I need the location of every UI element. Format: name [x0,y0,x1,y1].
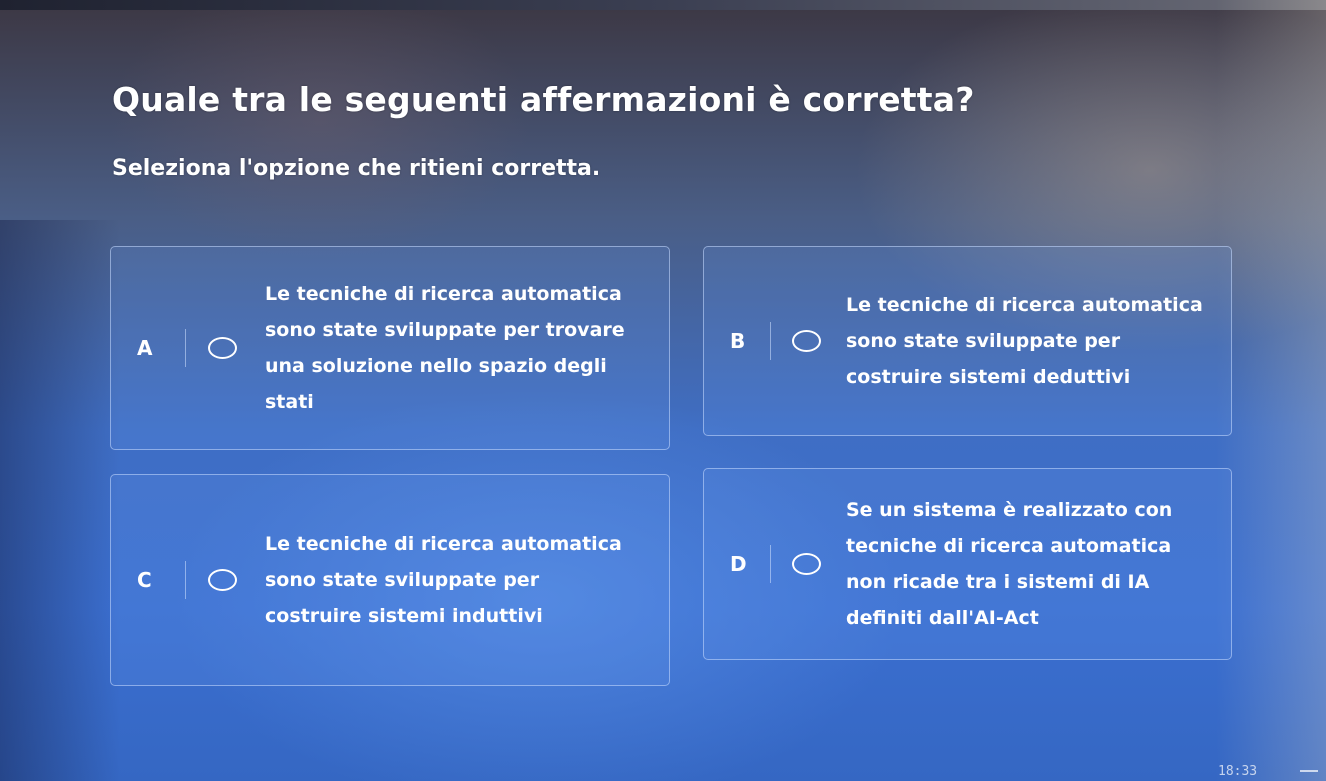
option-c[interactable]: C Le tecniche di ricerca automatica sono… [110,474,670,686]
radio-button[interactable] [792,330,821,352]
option-b[interactable]: B Le tecniche di ricerca automatica sono… [703,246,1232,436]
radio-button[interactable] [792,553,821,575]
menu-icon[interactable] [1300,770,1318,778]
option-divider [185,329,186,367]
option-letter: C [137,568,152,592]
option-a[interactable]: A Le tecniche di ricerca automatica sono… [110,246,670,450]
option-divider [770,545,771,583]
option-text: Le tecniche di ricerca automatica sono s… [265,283,625,413]
option-text: Le tecniche di ricerca automatica sono s… [846,294,1203,388]
top-edge [0,0,1326,10]
taskbar-clock: 18:33 [1218,764,1258,779]
radio-button[interactable] [208,569,237,591]
background-glare [1216,0,1326,781]
question-title: Quale tra le seguenti affermazioni è cor… [112,80,975,119]
option-letter: D [730,552,747,576]
question-instruction: Seleziona l'opzione che ritieni corretta… [112,156,601,181]
option-letter: A [137,336,153,360]
background-shadow [0,220,120,781]
option-letter: B [730,329,746,353]
option-d[interactable]: D Se un sistema è realizzato con tecnich… [703,468,1232,660]
option-divider [770,322,771,360]
option-divider [185,561,186,599]
option-text: Le tecniche di ricerca automatica sono s… [265,533,622,627]
option-text: Se un sistema è realizzato con tecniche … [846,499,1173,629]
radio-button[interactable] [208,337,237,359]
